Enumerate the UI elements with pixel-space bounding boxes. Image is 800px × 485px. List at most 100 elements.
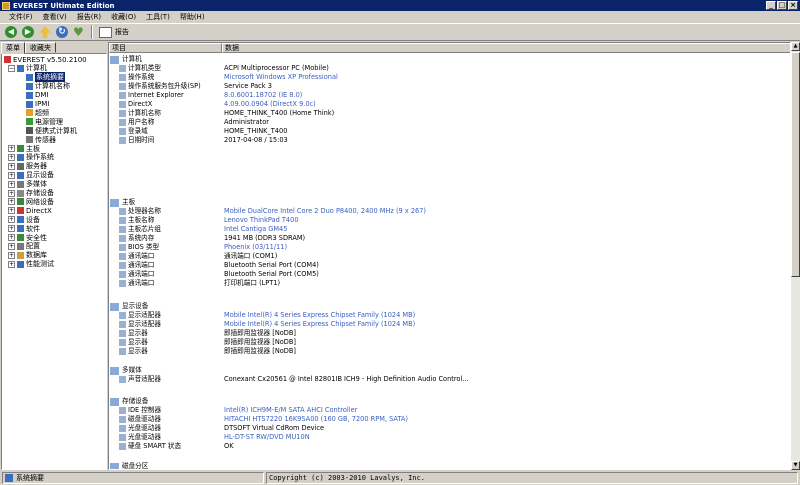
value-link[interactable]: Phoenix (03/11/11)	[224, 243, 287, 252]
field-icon	[119, 234, 126, 242]
field-label: 操作系统服务包升级(SP)	[128, 81, 201, 90]
value-link[interactable]: 8.0.6001.18702 (IE 8.0)	[224, 91, 302, 100]
value-link[interactable]: HITACHI HTS7220 16K9SA00 (160 GB, 7200 R…	[224, 415, 408, 424]
vertical-scrollbar[interactable]: ▲ ▼	[791, 42, 800, 470]
collapse-icon[interactable]: −	[8, 64, 15, 72]
back-button[interactable]: ◀	[3, 25, 19, 40]
status-left-text: 系统摘要	[16, 474, 44, 482]
value-link[interactable]: HL-DT-ST RW/DVD MU10N	[224, 433, 310, 442]
close-button[interactable]: ×	[788, 1, 798, 10]
expand-icon[interactable]: +	[8, 171, 15, 179]
field-label: 光盘驱动器	[128, 423, 161, 432]
column-header-value[interactable]: 数据	[222, 43, 790, 53]
tree-item-label: DMI	[35, 91, 49, 100]
tree-item[interactable]: DMI	[26, 91, 49, 100]
expand-icon[interactable]: +	[8, 207, 15, 215]
tree-item[interactable]: + 性能测试	[8, 260, 54, 269]
tree-item-label: DirectX	[26, 206, 52, 215]
field-label: 主板名称	[128, 215, 155, 224]
field-label: 显示器	[128, 337, 148, 346]
field-value: HOME_THINK_T400 (Home Think)	[224, 108, 335, 117]
minimize-button[interactable]: _	[766, 1, 776, 10]
scroll-thumb[interactable]	[791, 52, 800, 277]
tree-item-label: IPMI	[35, 100, 50, 108]
field-name: 显示器	[119, 338, 148, 347]
field-icon	[119, 424, 126, 432]
display-icon	[17, 171, 24, 179]
value-link[interactable]: Mobile Intel(R) 4 Series Express Chipset…	[224, 311, 415, 320]
expand-icon[interactable]: +	[8, 198, 15, 206]
column-header-item[interactable]: 项目	[109, 43, 222, 53]
field-icon	[119, 415, 126, 423]
field-label: 硬盘 SMART 状态	[128, 441, 182, 450]
refresh-button[interactable]: ↻	[54, 25, 70, 40]
expand-icon[interactable]: +	[8, 234, 15, 241]
tree-item[interactable]: + 网络设备	[8, 197, 54, 206]
field-icon	[119, 65, 126, 72]
value-link[interactable]: Intel(R) ICH9M-E/M SATA AHCI Controller	[224, 406, 357, 415]
field-icon	[119, 136, 126, 144]
field-name: 系统内存	[119, 234, 154, 243]
tree-item[interactable]: 计算机名称	[26, 82, 70, 91]
expand-icon[interactable]: +	[8, 145, 15, 152]
scroll-up-button[interactable]: ▲	[791, 42, 800, 51]
title-bar: EVEREST Ultimate Edition _ □ ×	[0, 0, 800, 11]
field-icon	[119, 347, 126, 355]
field-name: Internet Explorer	[119, 91, 184, 100]
expand-icon[interactable]: +	[8, 242, 15, 250]
up-button[interactable]	[37, 25, 53, 40]
value-link[interactable]: Intel Cantiga GM45	[224, 225, 287, 234]
tab-favorites[interactable]: 收藏夹	[25, 42, 56, 53]
menu-file[interactable]: 文件(F)	[4, 12, 38, 22]
expand-icon[interactable]: +	[8, 225, 15, 233]
menu-tools[interactable]: 工具(T)	[141, 12, 175, 22]
menu-favorites[interactable]: 收藏(O)	[106, 12, 141, 22]
field-icon	[119, 329, 126, 337]
field-value: Administrator	[224, 117, 269, 126]
field-value: 打印机端口 (LPT1)	[224, 278, 281, 287]
field-icon	[119, 279, 126, 287]
value-link[interactable]: Mobile Intel(R) 4 Series Express Chipset…	[224, 320, 415, 329]
expand-icon[interactable]: +	[8, 251, 15, 259]
report-button[interactable]: 报告	[96, 25, 132, 40]
summary-icon	[26, 73, 33, 81]
expand-icon[interactable]: +	[8, 153, 15, 161]
field-icon	[119, 433, 126, 441]
field-label: 处理器名称	[128, 207, 161, 215]
favorites-button[interactable]: ♥	[71, 25, 87, 40]
sensor-icon	[26, 136, 33, 144]
benchmark-icon	[17, 260, 24, 268]
value-link[interactable]: 4.09.00.0904 (DirectX 9.0c)	[224, 100, 316, 109]
forward-button[interactable]: ▶	[20, 25, 36, 40]
security-icon	[17, 234, 24, 241]
field-name: 显示器	[119, 347, 148, 356]
menu-help[interactable]: 帮助(H)	[175, 12, 210, 22]
field-icon	[119, 261, 126, 269]
value-link[interactable]: Lenovo ThinkPad T400	[224, 216, 299, 225]
menu-view[interactable]: 查看(V)	[38, 12, 72, 22]
field-name: 显示适配器	[119, 311, 161, 320]
field-value: HOME_THINK_T400	[224, 126, 288, 135]
expand-icon[interactable]: +	[8, 216, 15, 224]
expand-icon[interactable]: +	[8, 260, 15, 268]
value-link[interactable]: Mobile DualCore Intel Core 2 Duo P8400, …	[224, 207, 426, 216]
scroll-down-button[interactable]: ▼	[791, 461, 800, 470]
field-name: BIOS 类型	[119, 243, 159, 252]
tab-menu[interactable]: 菜单	[1, 42, 25, 54]
field-icon	[119, 82, 126, 90]
expand-icon[interactable]: +	[8, 189, 15, 197]
expand-icon[interactable]: +	[8, 162, 15, 170]
value-link[interactable]: Microsoft Windows XP Professional	[224, 73, 338, 82]
navigation-tree[interactable]: EVEREST v5.50.2100− 计算机 系统摘要 计算机名称 DMI IPMI 超频…	[1, 53, 107, 470]
network-icon	[17, 198, 24, 206]
field-name: 光盘驱动器	[119, 433, 161, 442]
maximize-button[interactable]: □	[777, 1, 787, 10]
field-label: 声音适配器	[128, 375, 161, 383]
menu-report[interactable]: 报告(R)	[72, 12, 106, 22]
everest-icon	[4, 56, 11, 63]
status-bar: 系统摘要 Copyright (c) 2003-2010 Lavalys, In…	[0, 471, 800, 485]
field-name: 声音适配器	[119, 375, 161, 384]
motherboard-icon	[110, 198, 119, 207]
expand-icon[interactable]: +	[8, 180, 15, 188]
field-name: 显示器	[119, 329, 148, 338]
